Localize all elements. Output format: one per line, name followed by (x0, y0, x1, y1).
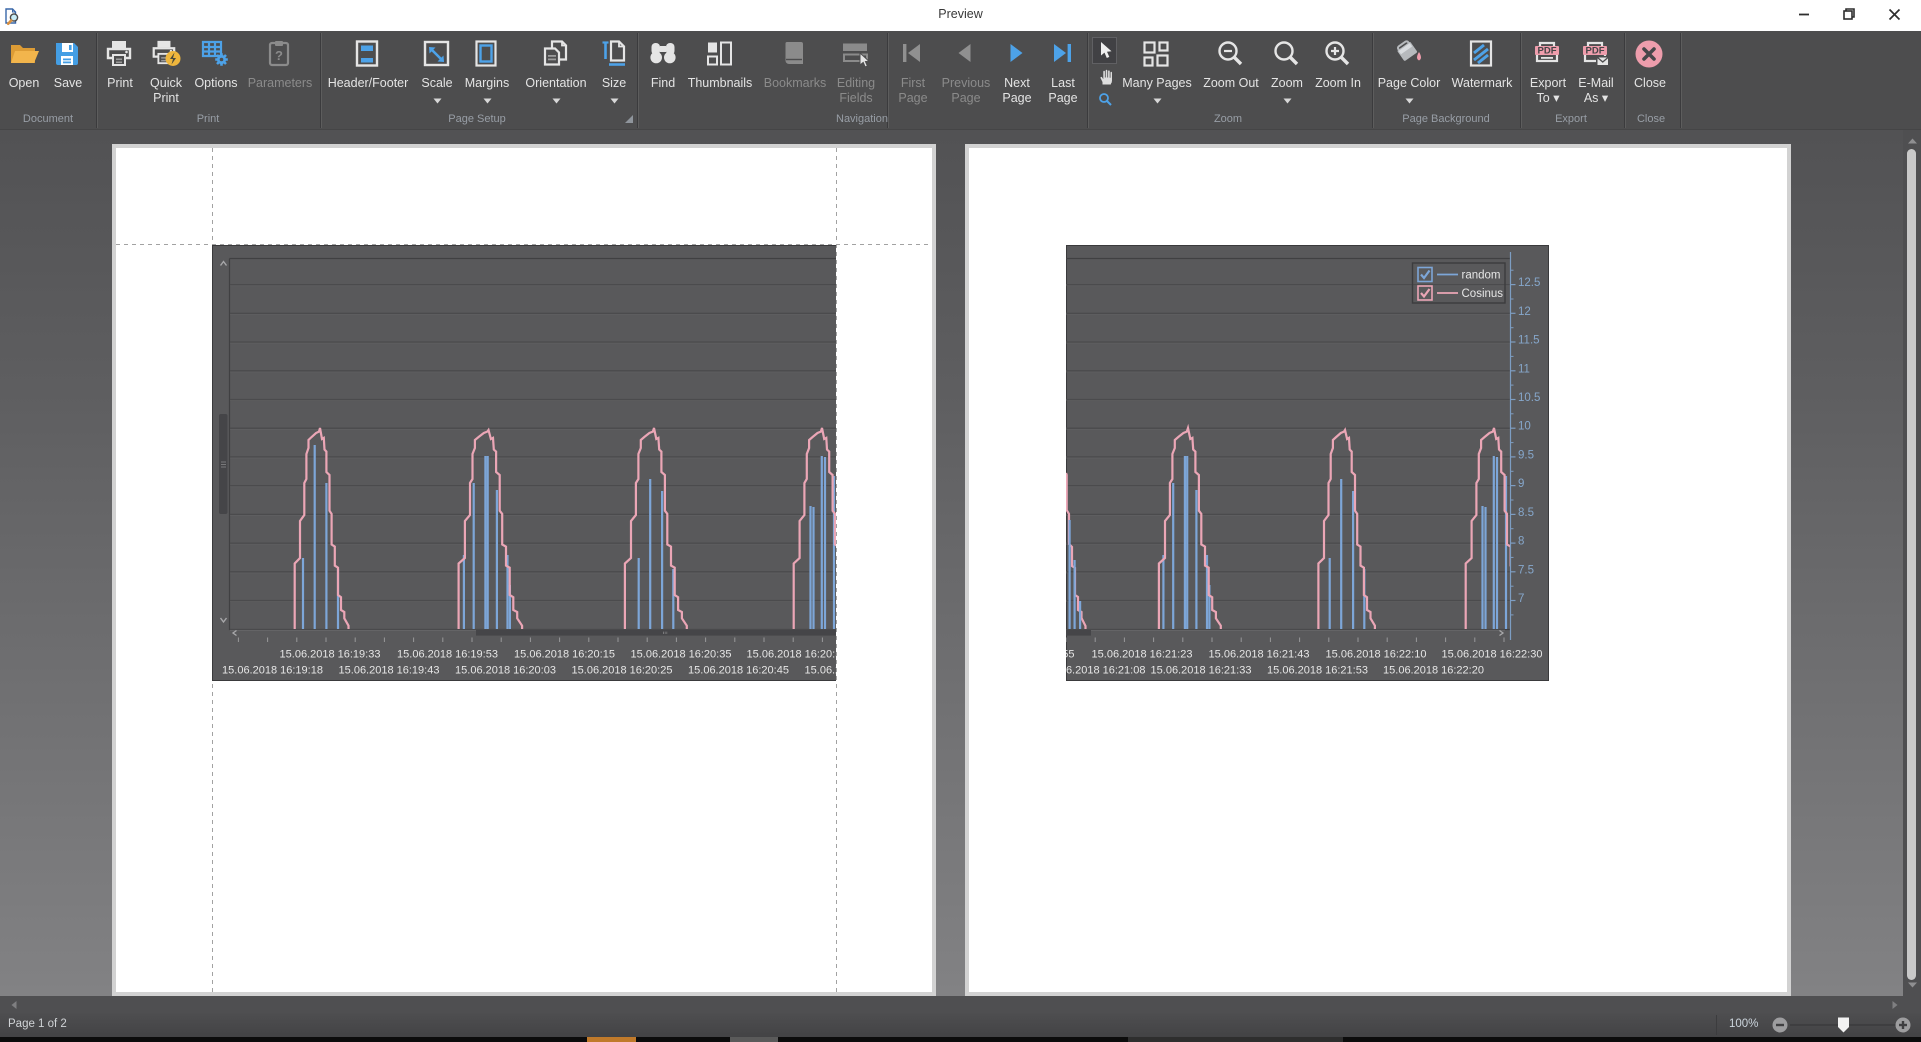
svg-text:15.06.2018 16:21:05: 15.06.2018 16:21:05 (805, 665, 836, 677)
svg-text:9.5: 9.5 (1518, 449, 1534, 461)
svg-text:7: 7 (1518, 593, 1524, 605)
svg-text:7.5: 7.5 (1518, 564, 1534, 576)
svg-text:?: ? (275, 48, 283, 63)
svg-text:15.06.2018 16:21:33: 15.06.2018 16:21:33 (1151, 665, 1252, 677)
svg-text:15.06.2018 16:22:20: 15.06.2018 16:22:20 (1383, 665, 1484, 677)
svg-text:Cosinus: Cosinus (1462, 288, 1504, 300)
svg-text:PDF: PDF (1586, 45, 1605, 56)
svg-text:9: 9 (1518, 478, 1524, 490)
svg-text:15.06.2018 16:20:55: 15.06.2018 16:20:55 (747, 649, 836, 661)
svg-text:15.06.2018 16:21:23: 15.06.2018 16:21:23 (1092, 649, 1193, 661)
svg-text:11.5: 11.5 (1518, 335, 1540, 347)
svg-text:15.06.2018 16:20:55: 15.06.2018 16:20:55 (1066, 649, 1074, 661)
svg-text:15.06.2018 16:19:18: 15.06.2018 16:19:18 (222, 665, 323, 677)
svg-text:15.06.2018 16:20:03: 15.06.2018 16:20:03 (455, 665, 556, 677)
svg-text:12.5: 12.5 (1518, 277, 1540, 289)
svg-text:8: 8 (1518, 536, 1524, 548)
svg-text:15.06.2018 16:21:08: 15.06.2018 16:21:08 (1066, 665, 1145, 677)
svg-text:PDF: PDF (1538, 45, 1557, 56)
svg-text:15.06.2018 16:20:45: 15.06.2018 16:20:45 (688, 665, 789, 677)
svg-text:15.06.2018 16:19:53: 15.06.2018 16:19:53 (397, 649, 498, 661)
svg-text:15.06.2018 16:19:33: 15.06.2018 16:19:33 (280, 649, 381, 661)
svg-text:8.5: 8.5 (1518, 507, 1534, 519)
svg-text:15.06.2018 16:22:30: 15.06.2018 16:22:30 (1442, 649, 1543, 661)
svg-text:15.06.2018 16:20:25: 15.06.2018 16:20:25 (572, 665, 673, 677)
svg-text:15.06.2018 16:20:35: 15.06.2018 16:20:35 (631, 649, 732, 661)
svg-text:10: 10 (1518, 421, 1531, 433)
svg-text:12: 12 (1518, 306, 1531, 318)
svg-text:15.06.2018 16:20:15: 15.06.2018 16:20:15 (514, 649, 615, 661)
svg-text:11: 11 (1518, 363, 1530, 375)
svg-text:15.06.2018 16:19:43: 15.06.2018 16:19:43 (339, 665, 440, 677)
svg-text:15.06.2018 16:22:10: 15.06.2018 16:22:10 (1326, 649, 1427, 661)
svg-text:10.5: 10.5 (1518, 392, 1540, 404)
svg-text:random: random (1462, 270, 1501, 282)
svg-text:15.06.2018 16:21:53: 15.06.2018 16:21:53 (1267, 665, 1368, 677)
svg-text:15.06.2018 16:21:43: 15.06.2018 16:21:43 (1209, 649, 1310, 661)
